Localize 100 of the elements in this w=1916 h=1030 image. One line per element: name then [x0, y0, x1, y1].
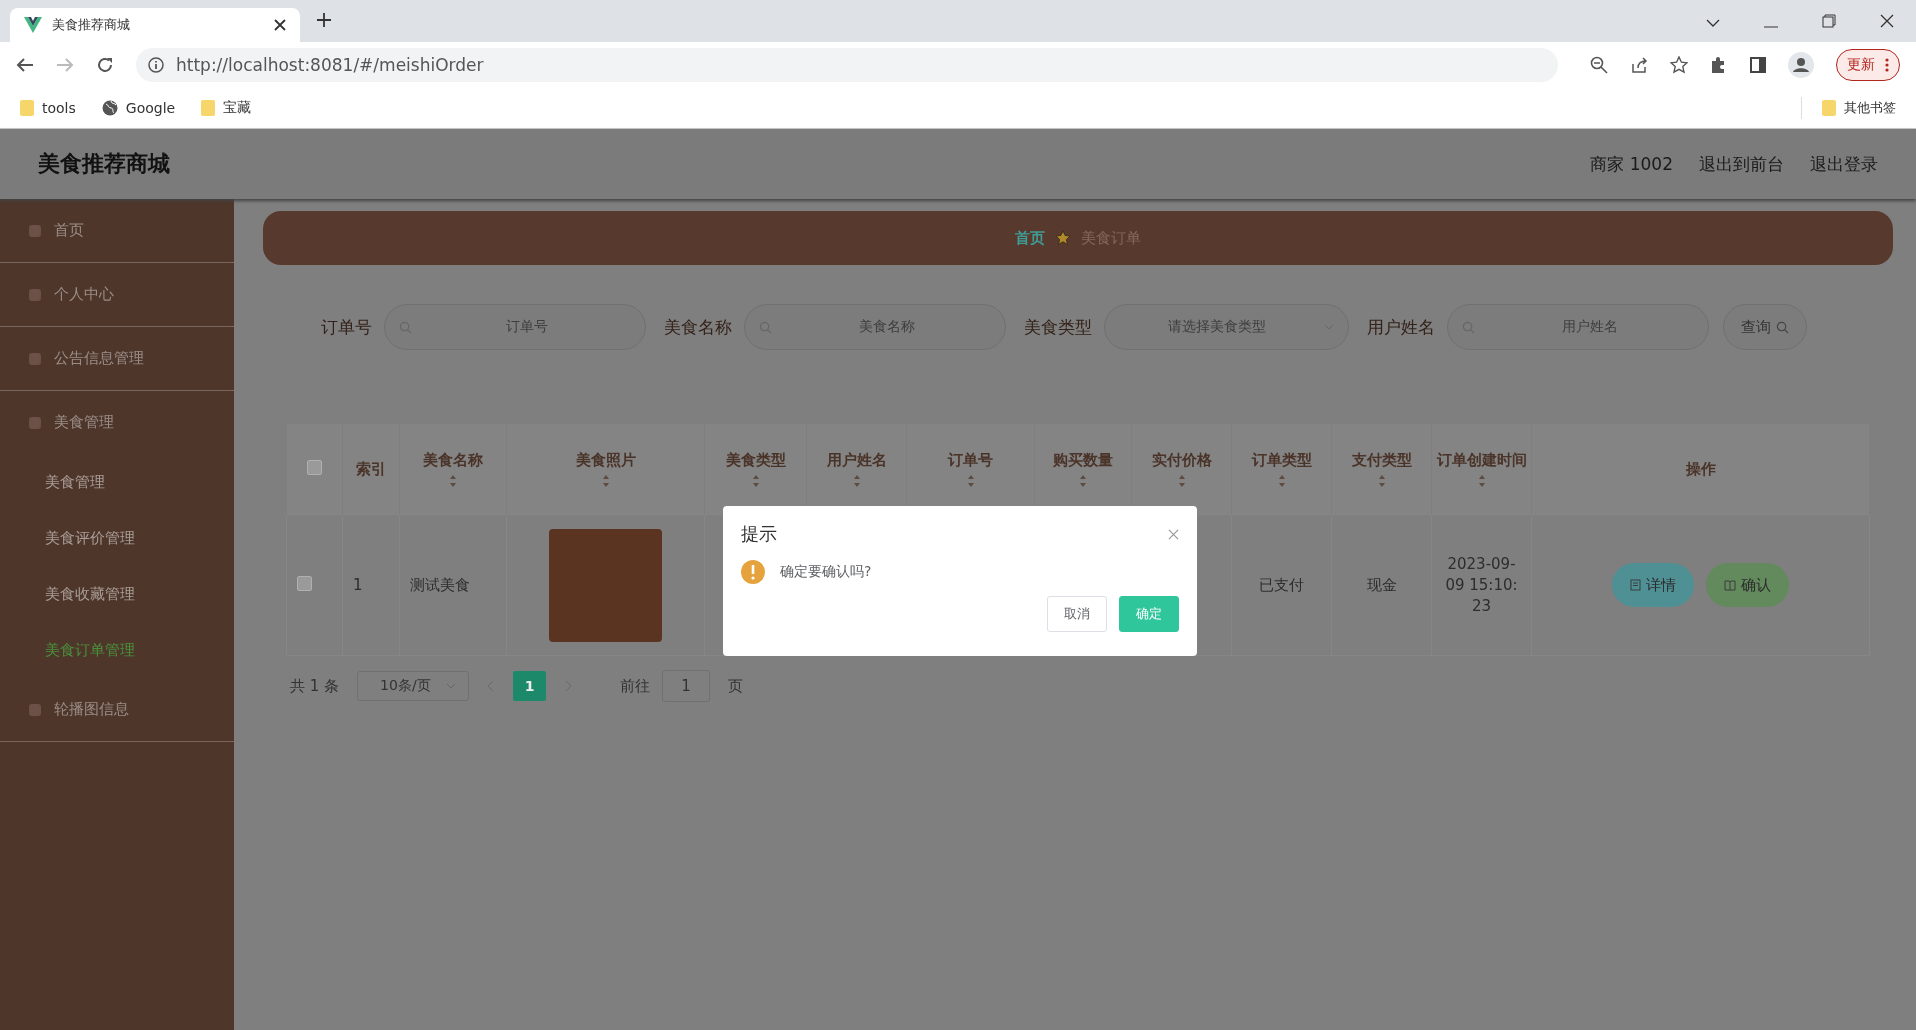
address-bar[interactable]: http://localhost:8081/#/meishiOrder: [136, 48, 1558, 82]
menu-icon: [28, 287, 42, 302]
page-button[interactable]: 1: [513, 671, 547, 701]
dialog-title: 提示: [741, 522, 777, 546]
sidebar-item[interactable]: 轮播图信息: [0, 678, 234, 742]
column-header: 美食类型: [725, 450, 786, 470]
globe-icon: [101, 100, 118, 116]
dialog-message: 确定要确认吗?: [780, 563, 872, 581]
table-cell: 现金: [1366, 575, 1397, 594]
sort-icon[interactable]: [1277, 473, 1286, 488]
user-label: 商家 1002: [1590, 152, 1673, 176]
page-input[interactable]: 1: [662, 670, 711, 702]
chevron-down-icon[interactable]: [1706, 18, 1720, 28]
star-icon[interactable]: [1670, 56, 1688, 74]
forward-icon[interactable]: [56, 57, 74, 73]
reload-icon[interactable]: [96, 56, 114, 74]
goto-label: 前往: [620, 676, 651, 696]
warning-icon: [741, 560, 765, 584]
chevron-down-icon: [446, 683, 457, 689]
sidebar-item[interactable]: 首页: [0, 199, 234, 263]
sort-icon[interactable]: [852, 473, 861, 488]
submenu-item[interactable]: 美食订单管理: [0, 622, 234, 678]
column-header: 订单号: [948, 450, 993, 470]
menu-icon: [28, 415, 42, 430]
restore-icon[interactable]: [1822, 14, 1836, 28]
info-icon: [148, 57, 164, 73]
search-field[interactable]: 用户姓名: [1447, 304, 1709, 350]
table-cell: 测试美食: [410, 575, 470, 594]
field-label: 美食名称: [664, 315, 732, 339]
bookmark[interactable]: Google: [125, 100, 176, 116]
sort-icon[interactable]: [1477, 473, 1486, 488]
sort-icon[interactable]: [751, 473, 760, 488]
sidebar-item[interactable]: 个人中心: [0, 263, 234, 327]
search-button[interactable]: 查询: [1723, 304, 1807, 350]
folder-icon: [20, 100, 34, 116]
sort-icon[interactable]: [449, 473, 457, 488]
kebab-icon: [1885, 58, 1889, 72]
plus-icon[interactable]: [316, 12, 332, 28]
column-header: 订单类型: [1251, 450, 1312, 470]
search-icon: [1776, 320, 1789, 334]
document-icon: [1630, 579, 1641, 591]
page-size-select[interactable]: 10条/页: [357, 671, 470, 701]
sort-icon[interactable]: [601, 473, 610, 488]
sort-icon[interactable]: [966, 473, 975, 488]
table-cell: 1: [353, 576, 363, 594]
row-checkbox[interactable]: [297, 575, 312, 591]
bookmark[interactable]: tools: [42, 100, 76, 116]
star-icon: [1055, 230, 1071, 246]
share-icon[interactable]: [1630, 56, 1648, 74]
sidebar-icon[interactable]: [1750, 57, 1766, 73]
total-count: 共 1 条: [290, 676, 340, 696]
submenu-item[interactable]: 美食收藏管理: [0, 566, 234, 622]
table-cell: 2023-09-09 15:10:23: [1444, 553, 1519, 617]
bookmark[interactable]: 其他书签: [1844, 99, 1896, 117]
ok-button[interactable]: 确定: [1119, 596, 1179, 632]
submenu-item[interactable]: 美食评价管理: [0, 510, 234, 566]
cancel-button[interactable]: 取消: [1047, 596, 1107, 632]
bookmark[interactable]: 宝藏: [223, 99, 252, 117]
select-all-checkbox[interactable]: [306, 459, 322, 475]
field-label: 美食类型: [1024, 315, 1092, 339]
breadcrumb-link[interactable]: 首页: [1015, 228, 1045, 248]
logo-icon: [24, 17, 42, 33]
sort-icon[interactable]: [1177, 473, 1186, 488]
profile-icon[interactable]: [1788, 52, 1814, 78]
menu-icon: [28, 223, 42, 238]
table-cell: 已支付: [1259, 575, 1304, 594]
confirm-button[interactable]: 确认: [1706, 563, 1789, 607]
update-button[interactable]: 更新: [1836, 49, 1900, 81]
book-icon: [1724, 579, 1736, 591]
sidebar-item[interactable]: 美食管理: [0, 391, 234, 454]
column-header: 购买数量: [1053, 450, 1113, 470]
field-label: 订单号: [321, 315, 372, 339]
column-header: 索引: [356, 459, 386, 479]
menu-icon: [28, 351, 42, 366]
field-label: 用户姓名: [1367, 315, 1435, 339]
sort-icon[interactable]: [1079, 473, 1087, 488]
header-link[interactable]: 退出登录: [1810, 152, 1878, 176]
column-header: 订单创建时间: [1436, 450, 1527, 470]
search-field[interactable]: 美食名称: [744, 304, 1006, 350]
submenu-item[interactable]: 美食管理: [0, 454, 234, 510]
close-icon[interactable]: [1880, 14, 1894, 28]
folder-icon: [201, 100, 216, 116]
column-header: 美食照片: [575, 450, 636, 470]
select-field[interactable]: 请选择美食类型: [1104, 304, 1349, 350]
column-header: 实付价格: [1151, 450, 1212, 470]
header-link[interactable]: 退出到前台: [1699, 152, 1784, 176]
close-icon[interactable]: [274, 19, 286, 31]
sort-icon[interactable]: [1377, 473, 1386, 488]
sidebar-item[interactable]: 公告信息管理: [0, 327, 234, 391]
zoom-out-icon[interactable]: [1590, 56, 1608, 74]
app-title: 美食推荐商城: [38, 150, 170, 178]
column-header: 用户姓名: [826, 450, 887, 470]
column-header: 操作: [1685, 459, 1716, 479]
details-button[interactable]: 详情: [1612, 563, 1694, 607]
back-icon[interactable]: [16, 57, 34, 73]
menu-icon: [28, 702, 42, 717]
search-field[interactable]: 订单号: [384, 304, 646, 350]
column-header: 美食名称: [423, 450, 483, 470]
column-header: 支付类型: [1351, 450, 1412, 470]
page-suffix: 页: [728, 676, 744, 696]
